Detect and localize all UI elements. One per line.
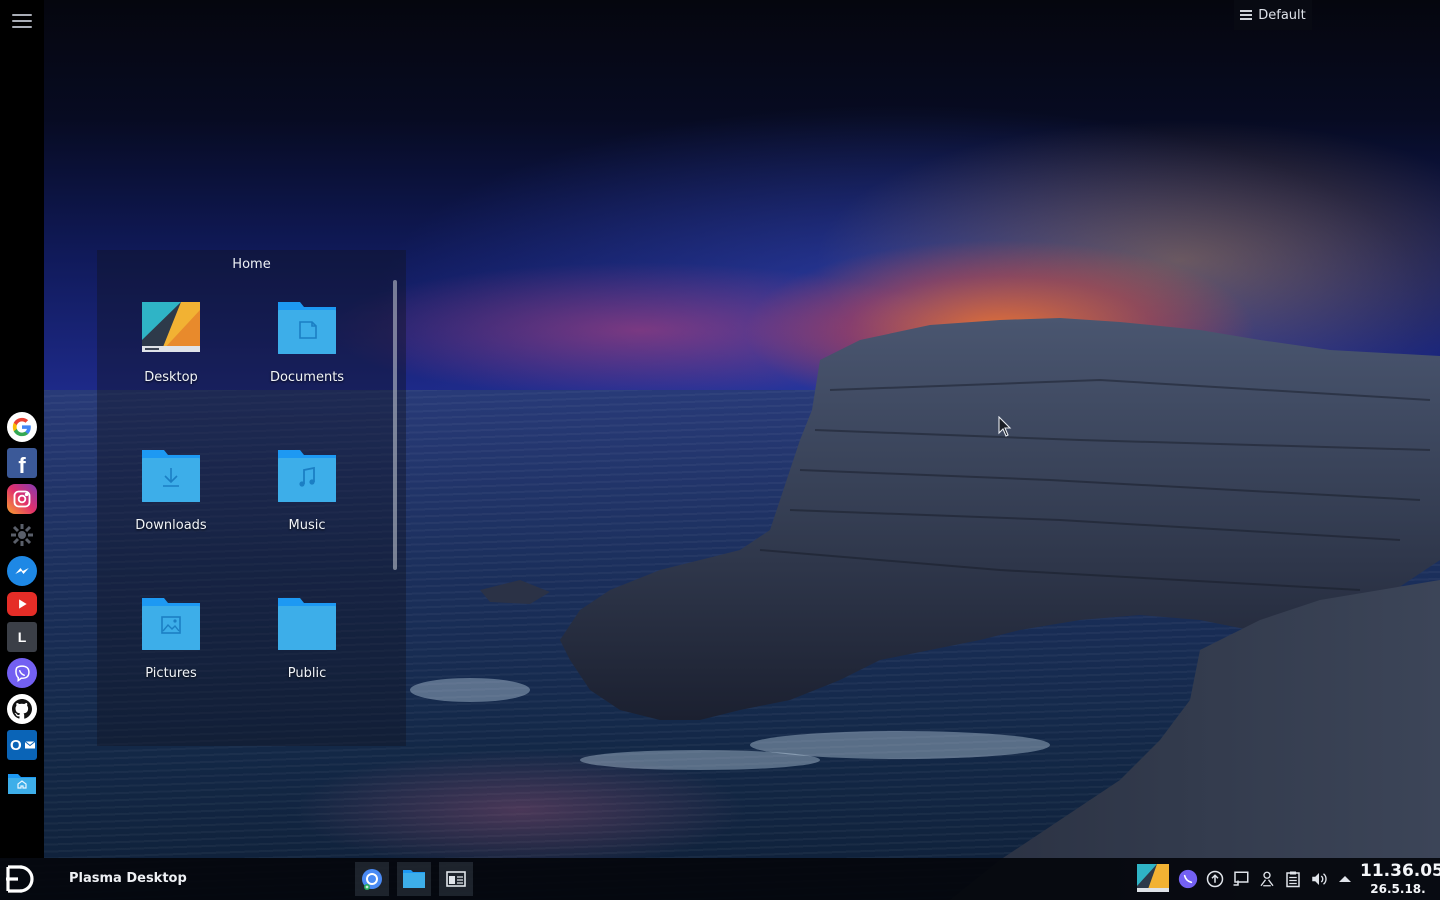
outlook-icon[interactable]: O (7, 730, 37, 760)
downloads-folder-icon (142, 450, 200, 502)
active-window-title: Plasma Desktop (69, 871, 187, 886)
messenger-icon[interactable] (7, 556, 37, 586)
youtube-icon[interactable] (7, 592, 37, 616)
folder-item-desktop[interactable]: Desktop (111, 300, 231, 410)
folder-item-label: Downloads (135, 518, 207, 533)
outlook-glyph: O (10, 736, 22, 754)
tray-expand[interactable] (1335, 869, 1355, 889)
folder-item-music[interactable]: Music (247, 448, 367, 558)
dolphin-folder-icon (403, 870, 425, 888)
task-file-manager[interactable] (397, 862, 431, 896)
folder-item-label: Documents (269, 370, 345, 385)
tray-updates[interactable] (1205, 869, 1225, 889)
folder-item-public[interactable]: Public (247, 596, 367, 706)
viber-tray-icon (1178, 869, 1198, 889)
chevron-up-icon (1339, 876, 1351, 882)
tray-volume[interactable] (1309, 869, 1329, 889)
pictures-folder-icon (142, 598, 200, 650)
tray-desktop-thumbnail[interactable] (1137, 864, 1169, 892)
viber-icon[interactable] (7, 658, 37, 688)
folder-item-downloads[interactable]: Downloads (111, 448, 231, 558)
tray-viber[interactable] (1178, 869, 1198, 889)
folder-item-documents[interactable]: Documents (247, 300, 367, 410)
favorites-dock: f L O (0, 412, 44, 804)
desktop-thumbnail-icon (1137, 864, 1169, 892)
tray-network[interactable] (1231, 869, 1251, 889)
tray-clipboard[interactable] (1283, 869, 1303, 889)
kde-gear-icon[interactable] (7, 520, 37, 550)
home-folder-icon[interactable] (7, 768, 37, 798)
folder-view-widget: Home Desktop Documents Downloads Music P… (97, 250, 406, 746)
folder-item-label: Pictures (145, 666, 197, 681)
google-icon[interactable] (7, 412, 37, 442)
mouse-pointer-icon (998, 416, 1012, 437)
volume-icon (1312, 873, 1327, 885)
folder-view-scrollbar[interactable] (393, 280, 397, 570)
folder-item-label: Public (287, 666, 327, 681)
update-arrow-icon (1206, 870, 1224, 888)
left-dock-panel: f L O (0, 0, 44, 858)
bottom-panel: Plasma Desktop 11.36.05 26.5.18. (0, 858, 1440, 900)
hamburger-menu-icon[interactable] (12, 14, 32, 30)
public-folder-icon (278, 598, 336, 650)
application-launcher-icon[interactable] (4, 861, 40, 897)
clipboard-icon (1286, 871, 1300, 888)
folder-item-pictures[interactable]: Pictures (111, 596, 231, 706)
instagram-icon[interactable] (7, 484, 37, 514)
folder-item-label: Music (288, 518, 326, 533)
facebook-icon[interactable]: f (7, 448, 37, 478)
hamburger-icon (1240, 10, 1253, 20)
music-folder-icon (278, 450, 336, 502)
chromium-icon (362, 869, 382, 890)
l-app-icon[interactable]: L (7, 622, 37, 652)
window-list-icon (446, 871, 466, 887)
folder-view-title: Home (232, 257, 271, 272)
kde-connect-icon (1260, 871, 1274, 887)
documents-folder-icon (278, 302, 336, 354)
task-chromium[interactable] (355, 862, 389, 896)
digital-clock-date[interactable]: 26.5.18. (1360, 882, 1436, 896)
desktop-folder-icon (142, 302, 200, 352)
facebook-glyph: f (18, 453, 26, 478)
github-icon[interactable] (7, 694, 37, 724)
digital-clock-time[interactable]: 11.36.05 (1360, 861, 1440, 881)
desktop-toolbox-button[interactable]: Default (1234, 0, 1312, 30)
folder-item-label: Desktop (144, 370, 198, 385)
task-window-list[interactable] (439, 862, 473, 896)
toolbox-label: Default (1258, 7, 1306, 23)
network-wired-icon (1233, 871, 1249, 886)
l-app-glyph: L (17, 629, 27, 645)
tray-kde-connect[interactable] (1257, 869, 1277, 889)
